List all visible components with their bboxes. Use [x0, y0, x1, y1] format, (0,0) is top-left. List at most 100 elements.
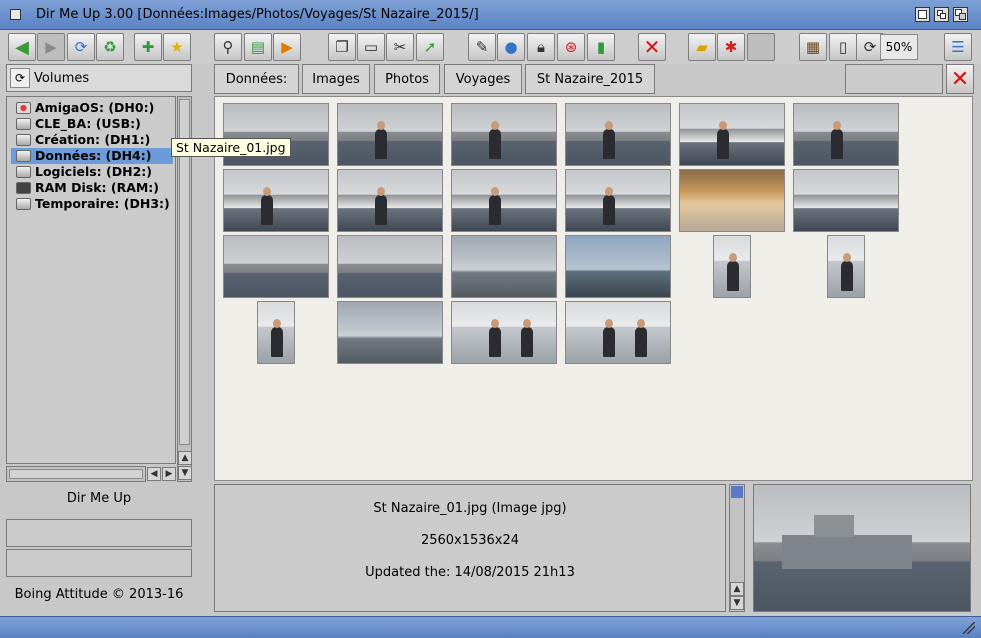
- depth-button[interactable]: [953, 7, 968, 22]
- film-button[interactable]: ▤: [244, 33, 272, 61]
- close-path-button[interactable]: ✕: [946, 64, 974, 94]
- person-figure: [271, 319, 283, 357]
- sidebar-field-1[interactable]: [6, 519, 192, 547]
- breadcrumb-item[interactable]: Voyages: [444, 64, 522, 94]
- paste-button[interactable]: ▭: [357, 33, 385, 61]
- photo-thumbnail[interactable]: [713, 235, 751, 298]
- photo-thumbnail[interactable]: [337, 235, 443, 298]
- tools-button[interactable]: ✱: [717, 33, 745, 61]
- settings-sliders-icon: ☰: [951, 38, 965, 56]
- photo-thumbnail[interactable]: [565, 301, 671, 364]
- reload-all-button[interactable]: ♻: [96, 33, 124, 61]
- volume-item-selected[interactable]: Données: (DH4:): [11, 148, 173, 164]
- scroll-down-icon[interactable]: ▼: [178, 466, 192, 480]
- person-figure: [717, 121, 730, 159]
- thumbnail-view-button[interactable]: ▦: [799, 33, 827, 61]
- volume-label: RAM Disk: (RAM:): [35, 180, 160, 195]
- person-figure: [489, 187, 502, 225]
- copy-button[interactable]: ❐: [328, 33, 356, 61]
- breadcrumb-item[interactable]: Données:: [214, 64, 299, 94]
- photo-thumbnail[interactable]: [451, 301, 557, 364]
- volume-item[interactable]: Temporaire: (DH3:): [11, 196, 173, 212]
- list-view-button[interactable]: ▯: [829, 33, 857, 61]
- volume-horizontal-scrollbar[interactable]: [6, 466, 146, 482]
- volume-item[interactable]: CLE_BA: (USB:): [11, 116, 173, 132]
- volume-label: AmigaOS: (DH0:): [35, 100, 155, 115]
- settings-button[interactable]: ☰: [944, 33, 972, 61]
- thumbnail-view-icon: ▦: [805, 38, 821, 56]
- volume-item[interactable]: Création: (DH1:): [11, 132, 173, 148]
- photo-thumbnail[interactable]: [565, 235, 671, 298]
- photo-thumbnail[interactable]: [679, 169, 785, 232]
- volume-item[interactable]: Logiciels: (DH2:): [11, 164, 173, 180]
- resize-grip-icon[interactable]: [963, 622, 975, 634]
- photo-thumbnail[interactable]: [257, 301, 295, 364]
- move-button[interactable]: ➚: [416, 33, 444, 61]
- film-icon: ▤: [250, 38, 266, 56]
- cut-button[interactable]: ✂: [386, 33, 414, 61]
- iconify-button[interactable]: [915, 7, 930, 22]
- photo-thumbnail[interactable]: [679, 103, 785, 166]
- photo-thumbnail[interactable]: [793, 103, 899, 166]
- volumes-header[interactable]: ⟳ Volumes: [6, 64, 192, 92]
- back-button[interactable]: ◀: [8, 33, 36, 61]
- photo-thumbnail[interactable]: [793, 169, 899, 232]
- photo-thumbnail[interactable]: [223, 169, 329, 232]
- help-icon: ⊛: [564, 38, 578, 56]
- person-figure: [261, 187, 274, 225]
- play-button[interactable]: ▶: [273, 33, 301, 61]
- close-window-button[interactable]: [10, 9, 21, 20]
- refresh-volumes-icon[interactable]: ⟳: [10, 68, 30, 88]
- add-volume-button[interactable]: ✚: [134, 33, 162, 61]
- lock-button[interactable]: 🔒︎: [527, 33, 555, 61]
- breadcrumb-item[interactable]: Images: [302, 64, 370, 94]
- photo-thumbnail[interactable]: [451, 169, 557, 232]
- sidebar-field-2[interactable]: [6, 549, 192, 577]
- person-figure: [520, 319, 533, 357]
- photo-thumbnail[interactable]: [337, 103, 443, 166]
- info-scrollbar[interactable]: ▲ ▼: [729, 484, 745, 612]
- help-button[interactable]: ⊛: [557, 33, 585, 61]
- breadcrumb-item[interactable]: Photos: [374, 64, 440, 94]
- favorite-star-icon: ★: [170, 38, 184, 56]
- photo-thumbnail[interactable]: [451, 235, 557, 298]
- scrollbar-thumb[interactable]: [9, 469, 143, 479]
- photo-thumbnail[interactable]: [827, 235, 865, 298]
- breadcrumb-item[interactable]: St Nazaire_2015: [525, 64, 655, 94]
- photo-thumbnail[interactable]: [565, 169, 671, 232]
- volume-label: Données: (DH4:): [35, 148, 152, 163]
- tools-icon: ✱: [724, 38, 738, 56]
- scroll-left-icon[interactable]: ◀: [147, 467, 161, 481]
- photo-thumbnail[interactable]: [451, 103, 557, 166]
- favorite-button[interactable]: ★: [163, 33, 191, 61]
- scroll-right-icon[interactable]: ▶: [162, 467, 176, 481]
- forward-button[interactable]: ▶: [37, 33, 65, 61]
- volume-item[interactable]: AmigaOS: (DH0:): [11, 100, 173, 116]
- blank-button[interactable]: [747, 33, 775, 61]
- volume-item[interactable]: RAM Disk: (RAM:): [11, 180, 173, 196]
- filter-field[interactable]: [845, 64, 943, 94]
- photo-thumbnail[interactable]: [223, 235, 329, 298]
- zoom-level[interactable]: 50%: [880, 34, 918, 60]
- title-bar[interactable]: Dir Me Up 3.00 [Données:Images/Photos/Vo…: [0, 0, 981, 30]
- scroll-down-icon[interactable]: ▼: [730, 596, 744, 610]
- person-figure: [603, 319, 616, 357]
- photo-thumbnail[interactable]: [565, 103, 671, 166]
- photo-thumbnail[interactable]: [337, 301, 443, 364]
- delete-button[interactable]: ✕: [638, 33, 666, 61]
- scroll-up-icon[interactable]: ▲: [178, 451, 192, 465]
- file-info-panel: St Nazaire_01.jpg (Image jpg) 2560x1536x…: [214, 484, 726, 612]
- zoom-window-button[interactable]: [934, 7, 949, 22]
- edit-button[interactable]: ✎: [468, 33, 496, 61]
- thumbnail-grid[interactable]: [214, 96, 973, 481]
- scroll-up-icon[interactable]: ▲: [730, 582, 744, 596]
- new-drawer-icon: ▰: [696, 38, 708, 56]
- scrollbar-thumb[interactable]: [731, 486, 743, 498]
- volume-label: Temporaire: (DH3:): [35, 196, 170, 211]
- search-button[interactable]: ⚲: [214, 33, 242, 61]
- new-drawer-button[interactable]: ▰: [688, 33, 716, 61]
- book-button[interactable]: ▮: [587, 33, 615, 61]
- photo-thumbnail[interactable]: [337, 169, 443, 232]
- comment-button[interactable]: ●: [497, 33, 525, 61]
- refresh-button[interactable]: ⟳: [67, 33, 95, 61]
